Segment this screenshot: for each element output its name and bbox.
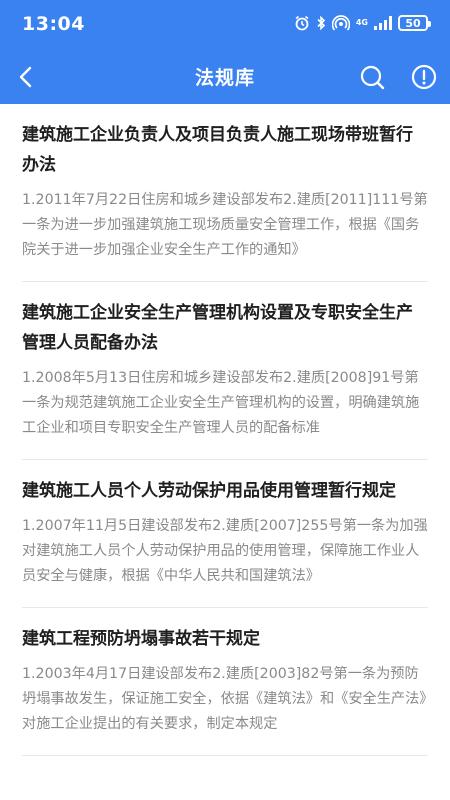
law-item-3[interactable]: 建筑施工人员个人劳动保护用品使用管理暂行规定 1.2007年11月5日建设部发布…: [22, 460, 428, 608]
status-bar: 13:04 4G 50: [0, 0, 450, 50]
law-summary: 1.2007年11月5日建设部发布2.建质[2007]255号第一条为加强对建筑…: [22, 518, 428, 584]
law-summary: 1.2003年4月17日建设部发布2.建质[2003]82号第一条为预防坍塌事故…: [22, 666, 427, 732]
status-time: 13:04: [22, 13, 85, 35]
law-title: 建筑施工企业安全生产管理机构设置及专职安全生产管理人员配备办法: [22, 303, 413, 353]
law-item-2[interactable]: 建筑施工企业安全生产管理机构设置及专职安全生产管理人员配备办法 1.2008年5…: [22, 282, 428, 460]
law-summary: 1.2011年7月22日住房和城乡建设部发布2.建质[2011]111号第一条为…: [22, 192, 428, 258]
status-icons: 4G 50: [294, 15, 431, 31]
alarm-icon: [295, 15, 309, 31]
law-summary: 1.2008年5月13日住房和城乡建设部发布2.建质[2008]91号第一条为规…: [22, 370, 420, 436]
law-title: 建筑施工人员个人劳动保护用品使用管理暂行规定: [22, 481, 396, 501]
info-icon[interactable]: [409, 62, 439, 92]
law-item-1[interactable]: 建筑施工企业负责人及项目负责人施工现场带班暂行办法 1.2011年7月22日住房…: [22, 104, 428, 282]
signal-icon: [374, 16, 392, 30]
app-bar: 法规库: [0, 50, 450, 104]
network-type: 4G: [355, 18, 368, 27]
law-title: 建筑工程预防坍塌事故若干规定: [22, 629, 260, 649]
law-title: 建筑施工企业负责人及项目负责人施工现场带班暂行办法: [22, 125, 413, 175]
law-list: 建筑施工企业负责人及项目负责人施工现场带班暂行办法 1.2011年7月22日住房…: [0, 104, 450, 756]
bluetooth-icon: [317, 15, 325, 31]
search-icon[interactable]: [357, 62, 387, 92]
law-item-4[interactable]: 建筑工程预防坍塌事故若干规定 1.2003年4月17日建设部发布2.建质[200…: [22, 608, 428, 756]
hotspot-icon: [331, 15, 350, 31]
battery-icon: 50: [398, 15, 431, 31]
